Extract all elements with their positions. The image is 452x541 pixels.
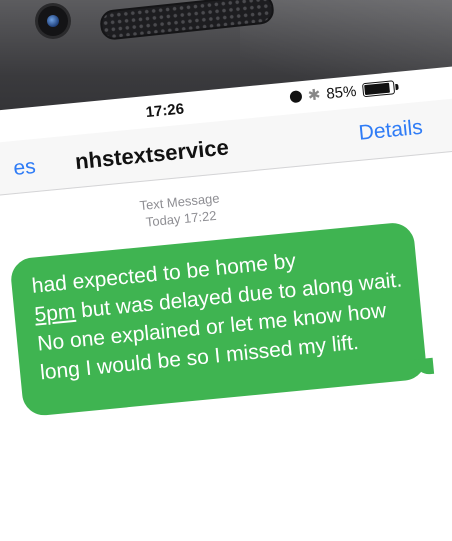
battery-icon [361,80,399,98]
battery-tip [394,83,399,91]
status-time: 17:26 [144,100,185,122]
bubble-tail [414,357,435,376]
alarm-icon [289,90,303,104]
message-bubble[interactable]: had expected to be home by 5pm but was de… [9,221,435,418]
phone-screen: 17:26 ✱ 85% es nhstextservice Details Te… [0,63,452,541]
front-camera [38,6,68,36]
battery-percent: 85% [325,82,358,103]
details-button[interactable]: Details [358,116,424,146]
conversation-title: nhstextservice [73,134,230,175]
back-button[interactable]: es [12,155,36,181]
camera-lens [47,15,59,27]
status-indicators: ✱ 85% [289,78,399,106]
navigation-bar: es nhstextservice Details [0,95,452,198]
message-text: had expected to be home by 5pm but was de… [31,236,411,387]
battery-fill [363,82,391,96]
message-timestamp: Text Message Today 17:22 [119,188,242,233]
bluetooth-icon: ✱ [307,86,322,105]
time-link[interactable]: 5pm [34,300,77,327]
